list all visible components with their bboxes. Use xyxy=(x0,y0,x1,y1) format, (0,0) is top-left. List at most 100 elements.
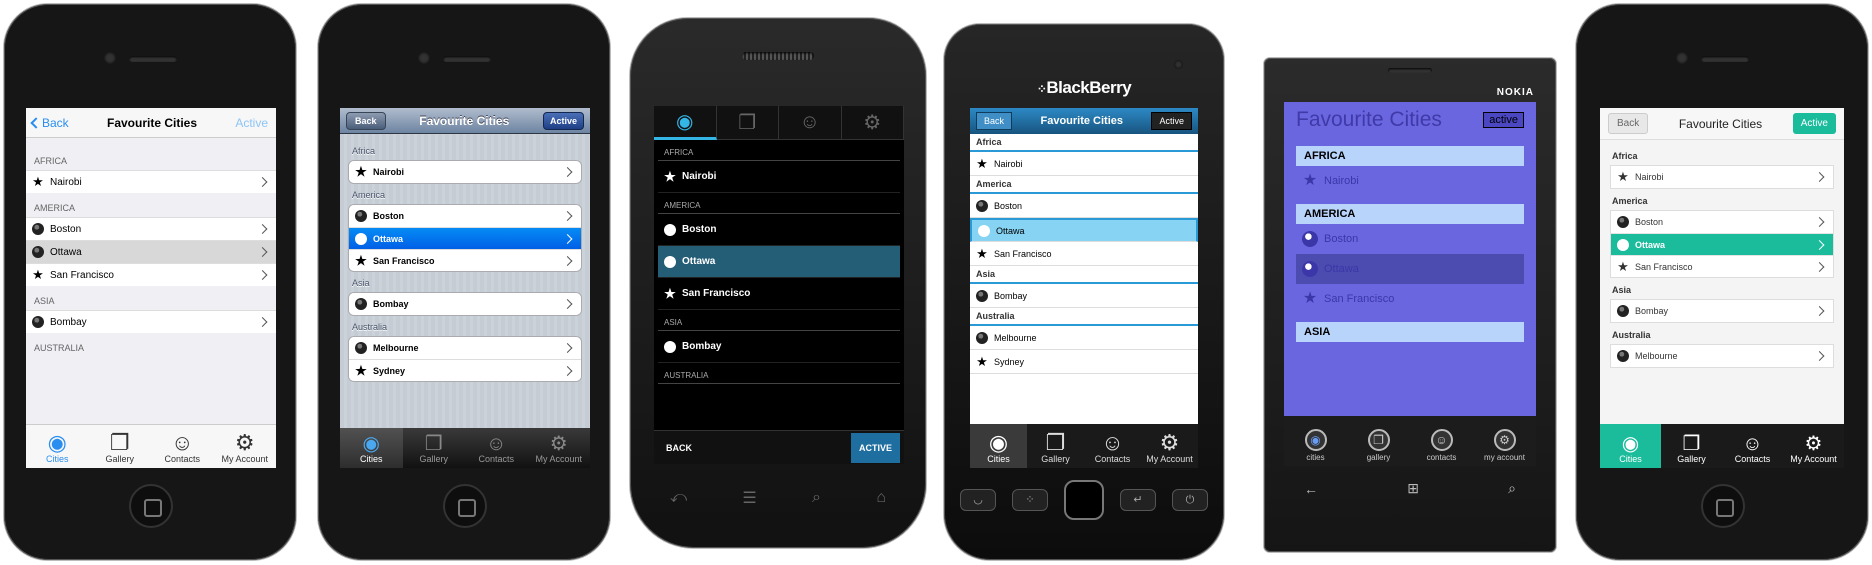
gear-icon: ⚙ xyxy=(1804,433,1823,455)
call-key-icon[interactable]: ◡ xyxy=(960,489,996,511)
list-item[interactable]: ★ Sydney xyxy=(349,359,581,381)
list-item[interactable]: ★ San Francisco xyxy=(1296,284,1524,314)
tab-my-account[interactable]: ⚙ My Account xyxy=(528,428,591,468)
list-item[interactable]: ★ San Francisco xyxy=(349,249,581,271)
list-item[interactable]: Melbourne xyxy=(349,337,581,359)
back-button[interactable]: Back xyxy=(26,116,69,130)
item-label: Boston xyxy=(50,223,82,235)
list-item[interactable]: Bombay xyxy=(349,293,581,315)
tab-cities[interactable]: ◉ Cities xyxy=(1600,424,1661,468)
menu-key-icon[interactable]: ☰ xyxy=(742,488,756,508)
chevron-right-icon xyxy=(257,270,268,280)
list-item[interactable]: ★ Nairobi xyxy=(1611,166,1833,188)
back-key-icon[interactable]: ← xyxy=(1304,481,1318,497)
list-item[interactable]: Boston xyxy=(658,214,900,246)
list-item[interactable]: Boston xyxy=(349,205,581,227)
home-button[interactable] xyxy=(129,484,173,528)
list-item[interactable]: ★ Nairobi xyxy=(1296,166,1524,196)
globe-icon xyxy=(976,199,988,212)
list-item[interactable]: ★ Nairobi xyxy=(970,152,1198,176)
end-key-icon[interactable]: ⏻ xyxy=(1172,489,1208,511)
menu-key-icon[interactable]: ⁘ xyxy=(1012,489,1048,511)
home-button[interactable] xyxy=(1701,484,1745,528)
active-button[interactable]: Active xyxy=(1151,112,1192,130)
active-button[interactable]: Active xyxy=(542,111,584,130)
list-item[interactable]: Bombay xyxy=(970,284,1198,308)
list-item[interactable]: Ottawa xyxy=(658,246,900,278)
tab-gallery[interactable]: ❐ Gallery xyxy=(1027,424,1084,468)
list-item[interactable]: Boston xyxy=(970,194,1198,218)
tab-my-account[interactable]: ⚙ My Account xyxy=(214,425,277,468)
home-button[interactable] xyxy=(443,484,487,528)
gallery-icon[interactable]: ❐ xyxy=(717,106,779,140)
back-key-icon[interactable]: ⤺ xyxy=(670,489,687,507)
list-item[interactable]: Melbourne xyxy=(970,326,1198,350)
list-item[interactable]: ★ Sydney xyxy=(970,350,1198,374)
list-item[interactable]: ★ Nairobi xyxy=(26,170,276,193)
chevron-right-icon xyxy=(257,177,268,187)
chevron-left-icon xyxy=(30,116,42,129)
back-button[interactable]: Back xyxy=(346,111,386,130)
tab-contacts[interactable]: ☺ Contacts xyxy=(151,425,214,468)
tab-gallery[interactable]: ❐ Gallery xyxy=(89,425,152,468)
list-item[interactable]: ★ San Francisco xyxy=(26,263,276,286)
tab-contacts[interactable]: ☺ Contacts xyxy=(465,428,528,468)
list-item[interactable]: ★ Nairobi xyxy=(349,161,581,183)
home-key-icon[interactable]: ⌂ xyxy=(876,489,886,507)
list-item[interactable]: Ottawa xyxy=(26,240,276,263)
tab-gallery[interactable]: ❐ Gallery xyxy=(1661,424,1722,468)
tab-contacts[interactable]: ☺ Contacts xyxy=(1722,424,1783,468)
list-item[interactable]: ★ San Francisco xyxy=(658,278,900,310)
globe-icon[interactable]: ◉ xyxy=(654,106,717,140)
item-label: San Francisco xyxy=(373,255,435,266)
list-item[interactable]: Ottawa xyxy=(970,218,1198,242)
tab-my-account[interactable]: ⚙ my account xyxy=(1473,416,1536,466)
search-key-icon[interactable]: ⌕ xyxy=(812,489,821,507)
tab-cities[interactable]: ◉ Cities xyxy=(970,424,1027,468)
list-item[interactable]: Ottawa xyxy=(349,227,581,249)
windows-key-icon[interactable]: ⊞ xyxy=(1407,480,1419,497)
escape-key-icon[interactable]: ↵ xyxy=(1120,489,1156,511)
list-item[interactable]: Boston xyxy=(1296,224,1524,254)
list-item[interactable]: Bombay xyxy=(658,331,900,363)
globe-icon xyxy=(1302,231,1318,247)
chevron-right-icon xyxy=(562,167,573,177)
list-item[interactable]: Melbourne xyxy=(1611,345,1833,367)
contacts-icon[interactable]: ☺ xyxy=(779,106,842,140)
active-button[interactable]: Active xyxy=(235,116,276,130)
active-button[interactable]: Active xyxy=(1792,113,1836,134)
active-button[interactable]: active xyxy=(1483,112,1524,128)
list-item[interactable]: Ottawa xyxy=(1296,254,1524,284)
nav-bar: Back Favourite Cities Active xyxy=(26,108,276,138)
list-item[interactable]: Ottawa xyxy=(1611,233,1833,255)
back-button[interactable]: Back xyxy=(976,112,1013,130)
list-item[interactable]: ★ San Francisco xyxy=(970,242,1198,266)
list-item[interactable]: ★ San Francisco xyxy=(1611,255,1833,277)
tab-my-account[interactable]: ⚙ My Account xyxy=(1783,424,1844,468)
list-item[interactable]: Boston xyxy=(1611,211,1833,233)
tab-cities[interactable]: ◉ cities xyxy=(1284,416,1347,466)
gear-icon[interactable]: ⚙ xyxy=(842,106,904,140)
list-item[interactable]: Boston xyxy=(26,217,276,240)
phone-nokia: NOKIA Favourite Cities active AFRICA ★ Nai… xyxy=(1264,58,1556,552)
list-item[interactable]: Bombay xyxy=(1611,300,1833,322)
tab-contacts[interactable]: ☺ Contacts xyxy=(1084,424,1141,468)
search-key-icon[interactable]: ⌕ xyxy=(1508,480,1516,497)
section-header: ASIA xyxy=(658,310,900,331)
back-button[interactable]: Back xyxy=(1608,113,1649,134)
active-button[interactable]: ACTIVE xyxy=(850,432,900,463)
tab-gallery[interactable]: ❐ Gallery xyxy=(403,428,466,468)
list-item[interactable]: Bombay xyxy=(26,310,276,333)
front-camera xyxy=(1676,52,1688,64)
tab-my-account[interactable]: ⚙ My Account xyxy=(1141,424,1198,468)
tab-cities[interactable]: ◉ Cities xyxy=(340,428,403,468)
list-item[interactable]: ★ Nairobi xyxy=(658,161,900,193)
back-button[interactable]: BACK xyxy=(654,443,851,453)
screen: ◉ ❐ ☺ ⚙ AFRICA ★ Nairobi AMERICA Boston Ottawa ★ S… xyxy=(654,106,904,464)
tab-contacts[interactable]: ☺ contacts xyxy=(1410,416,1473,466)
star-icon: ★ xyxy=(1617,258,1629,274)
tab-gallery[interactable]: ❐ gallery xyxy=(1347,416,1410,466)
tab-cities[interactable]: ◉ Cities xyxy=(26,425,89,468)
grouped-section: Bombay xyxy=(1610,299,1834,323)
trackpad-icon[interactable] xyxy=(1064,480,1104,520)
